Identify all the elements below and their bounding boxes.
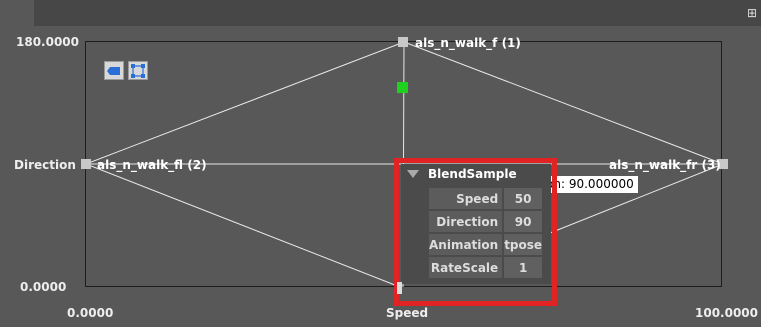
tag-icon: [107, 66, 120, 75]
tag-button[interactable]: [104, 61, 124, 80]
x-axis-min: 0.0000: [67, 306, 114, 320]
y-axis-name: Direction: [14, 158, 76, 172]
x-axis-name: Speed: [386, 306, 429, 320]
highlight-box: [394, 158, 557, 306]
sample-label: als_n_walk_fr (3): [609, 158, 721, 172]
preview-point[interactable]: [397, 82, 408, 93]
sample-label: als_n_walk_f (1): [415, 36, 521, 50]
sample-point[interactable]: [81, 159, 91, 169]
x-axis-max: 100.0000: [695, 306, 759, 320]
y-axis-max: 180.0000: [16, 35, 80, 49]
sample-point[interactable]: [398, 37, 408, 47]
sample-label: als_n_walk_fl (2): [97, 158, 207, 172]
select-vertices-button[interactable]: [128, 61, 148, 80]
sample-marker[interactable]: [397, 282, 402, 294]
select-vertices-icon: [131, 63, 145, 78]
y-axis-min: 0.0000: [20, 280, 67, 294]
